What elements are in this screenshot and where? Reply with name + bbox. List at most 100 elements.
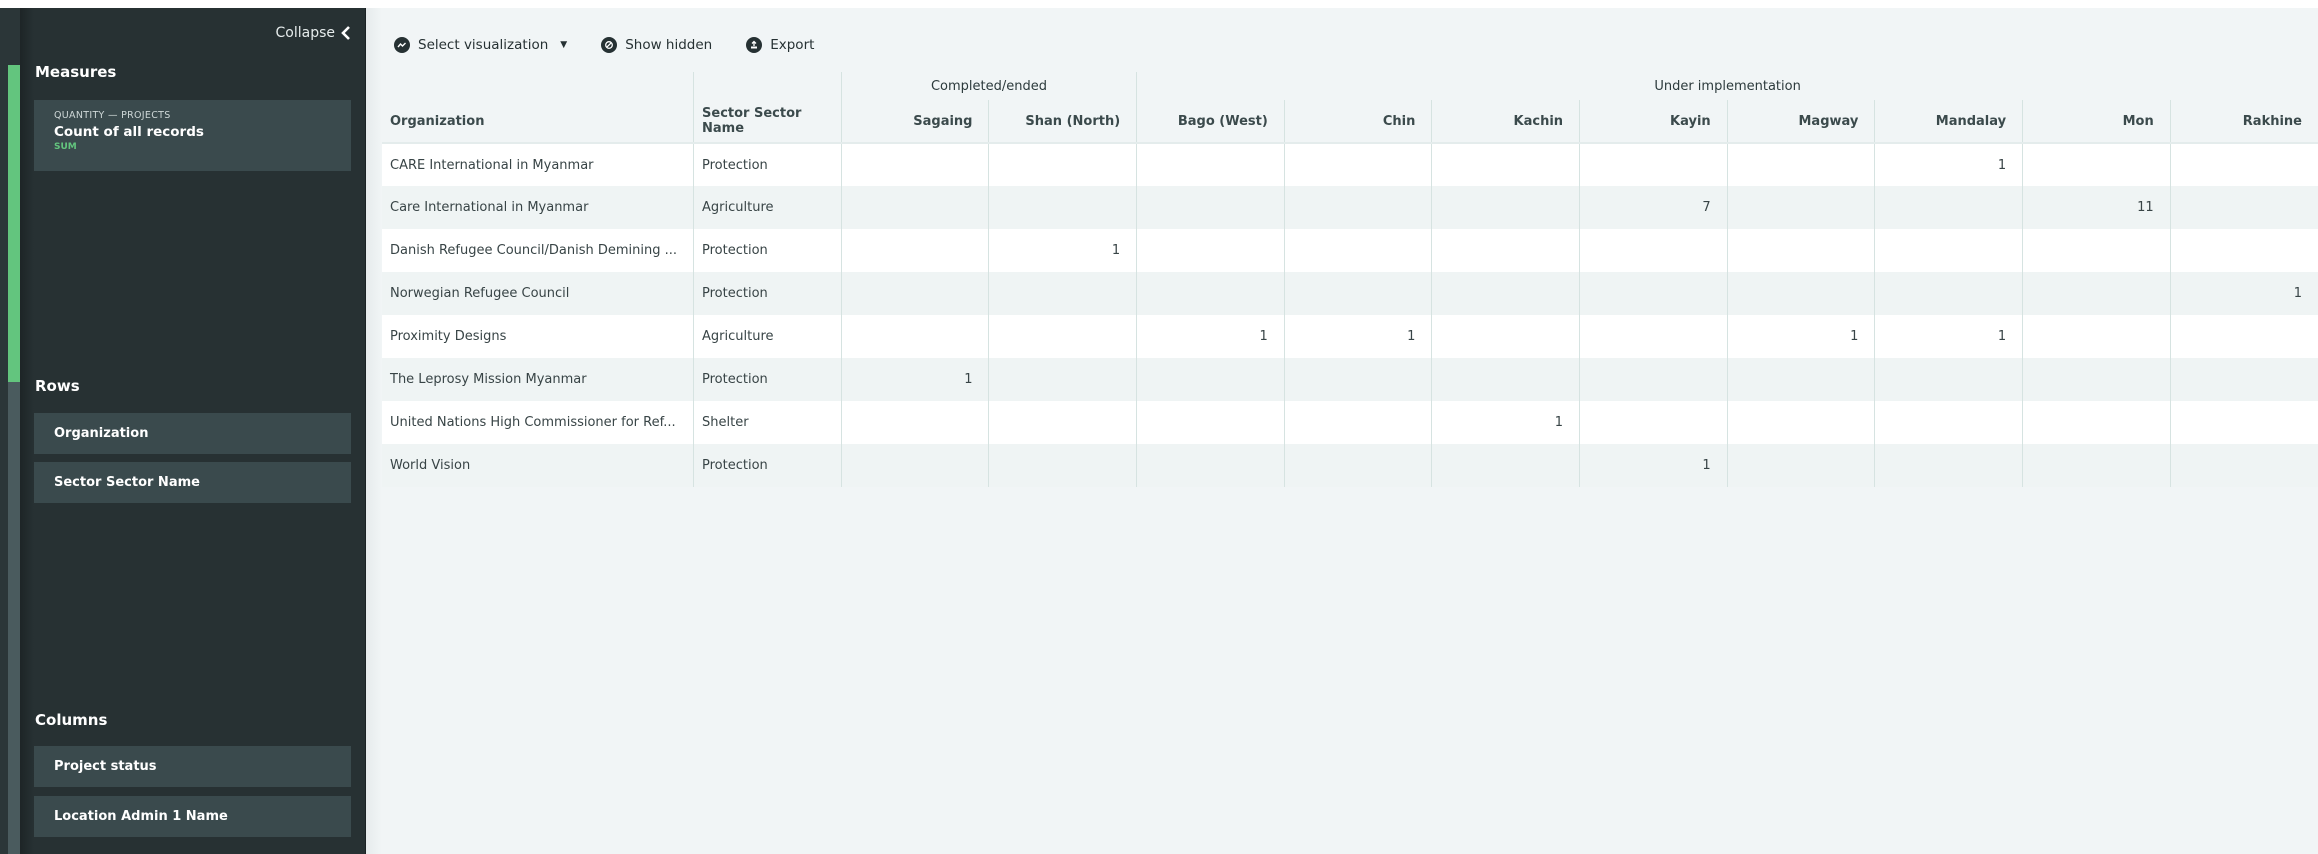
cell-value: [1283, 401, 1432, 444]
hidden-icon: [601, 37, 618, 53]
cell-value: 11: [2022, 186, 2171, 229]
cell-sector: Protection: [693, 272, 842, 315]
column-header-region[interactable]: Chin: [1283, 100, 1432, 144]
cell-value: [988, 272, 1137, 315]
measure-item[interactable]: QUANTITY — PROJECTS Count of all records…: [34, 100, 351, 171]
row-field-sector[interactable]: Sector Sector Name: [34, 462, 351, 503]
cell-value: [1283, 186, 1432, 229]
cell-organization: Norwegian Refugee Council: [382, 272, 694, 315]
cell-value: [1136, 444, 1285, 487]
measure-kicker: QUANTITY — PROJECTS: [54, 110, 171, 121]
cell-value: [1874, 444, 2023, 487]
column-header-region[interactable]: Mon: [2022, 100, 2171, 144]
show-hidden-button[interactable]: Show hidden: [601, 37, 712, 53]
column-header-region[interactable]: Sagaing: [840, 100, 989, 144]
measures-title: Measures: [35, 63, 117, 81]
cell-value: [2022, 272, 2171, 315]
cell-value: [988, 444, 1137, 487]
cell-value: [2169, 143, 2318, 186]
cell-value: [1283, 358, 1432, 401]
cell-value: [1874, 186, 2023, 229]
scrollbar-thumb[interactable]: [8, 65, 20, 382]
table-row: World Vision Protection 1: [382, 444, 2318, 487]
cell-value: [2169, 444, 2318, 487]
cell-value: 7: [1579, 186, 1728, 229]
cell-value: 1: [1431, 401, 1580, 444]
cell-value: [1874, 358, 2023, 401]
cell-value: [1726, 358, 1875, 401]
column-header-region[interactable]: Bago (West): [1136, 100, 1285, 144]
cell-organization: The Leprosy Mission Myanmar: [382, 358, 694, 401]
column-header-region[interactable]: Kayin: [1579, 100, 1728, 144]
column-group-header[interactable]: Under implementation: [1136, 72, 2318, 100]
toolbar: Select visualization ▼ Show hidden Expor…: [394, 37, 848, 53]
column-field-project-status[interactable]: Project status: [34, 746, 351, 787]
cell-value: 1: [988, 229, 1137, 272]
cell-value: [1431, 143, 1580, 186]
table-row: United Nations High Commissioner for Ref…: [382, 401, 2318, 444]
export-label: Export: [770, 37, 815, 53]
cell-value: [1283, 272, 1432, 315]
cell-value: [1726, 401, 1875, 444]
cell-value: [1431, 444, 1580, 487]
collapse-button[interactable]: Collapse: [276, 25, 352, 41]
columns-title: Columns: [35, 711, 108, 729]
cell-organization: Care International in Myanmar: [382, 186, 694, 229]
cell-organization: World Vision: [382, 444, 694, 487]
cell-value: [1136, 272, 1285, 315]
column-header-region[interactable]: Magway: [1726, 100, 1875, 144]
row-field-organization[interactable]: Organization: [34, 413, 351, 454]
show-hidden-label: Show hidden: [625, 37, 713, 53]
chevron-left-icon: [341, 26, 350, 40]
cell-value: [840, 315, 989, 358]
column-header-region[interactable]: Kachin: [1431, 100, 1580, 144]
cell-value: 1: [1874, 143, 2023, 186]
cell-value: [2169, 401, 2318, 444]
cell-value: [1726, 272, 1875, 315]
cell-organization: Danish Refugee Council/Danish Demining .…: [382, 229, 694, 272]
cell-value: [1726, 444, 1875, 487]
cell-value: [2022, 229, 2171, 272]
chart-icon: [394, 37, 410, 53]
column-header-region[interactable]: Mandalay: [1874, 100, 2023, 144]
cell-value: [1283, 143, 1432, 186]
column-field-location[interactable]: Location Admin 1 Name: [34, 796, 351, 837]
cell-value: [1283, 444, 1432, 487]
column-header-organization[interactable]: Organization: [382, 100, 694, 144]
cell-sector: Agriculture: [693, 315, 842, 358]
select-visualization-label: Select visualization: [418, 37, 549, 53]
column-header-region[interactable]: Shan (North): [988, 100, 1137, 144]
cell-value: [1726, 143, 1875, 186]
export-button[interactable]: Export: [746, 37, 814, 53]
cell-organization: CARE International in Myanmar: [382, 143, 694, 186]
cell-value: [988, 401, 1137, 444]
column-header-sector[interactable]: Sector Sector Name: [693, 100, 842, 144]
cell-value: 1: [1874, 315, 2023, 358]
cell-value: [1136, 358, 1285, 401]
caret-down-icon: ▼: [560, 40, 568, 50]
column-group-header[interactable]: Completed/ended: [840, 72, 1137, 100]
cell-value: [2169, 315, 2318, 358]
cell-value: [2169, 186, 2318, 229]
cell-value: [1431, 229, 1580, 272]
cell-value: [840, 143, 989, 186]
cell-value: [1136, 401, 1285, 444]
cell-value: [1579, 315, 1728, 358]
cell-value: [840, 444, 989, 487]
measure-aggregation: SUM: [54, 142, 77, 152]
cell-value: [1726, 186, 1875, 229]
cell-value: [1874, 272, 2023, 315]
table-row: Danish Refugee Council/Danish Demining .…: [382, 229, 2318, 272]
cell-value: [1431, 186, 1580, 229]
column-header-region[interactable]: Rakhine: [2169, 100, 2318, 144]
cell-value: [2022, 401, 2171, 444]
cell-value: [2022, 358, 2171, 401]
table-row: Norwegian Refugee Council Protection 1: [382, 272, 2318, 315]
main-panel: Select visualization ▼ Show hidden Expor…: [366, 8, 2318, 854]
sidebar: Collapse Measures QUANTITY — PROJECTS Co…: [0, 8, 366, 854]
cell-value: [840, 272, 989, 315]
cell-value: [1431, 315, 1580, 358]
cell-sector: Protection: [693, 444, 842, 487]
select-visualization-button[interactable]: Select visualization ▼: [394, 37, 567, 53]
cell-sector: Protection: [693, 229, 842, 272]
